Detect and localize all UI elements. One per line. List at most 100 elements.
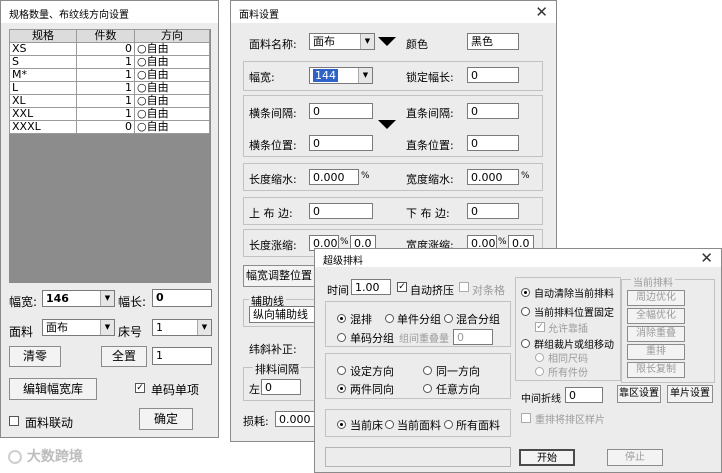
- start-button[interactable]: 开始: [519, 449, 575, 466]
- set-direction-radio[interactable]: [337, 366, 346, 375]
- v-gap-input[interactable]: 0: [467, 103, 519, 119]
- limited-copy-button[interactable]: 限长复制: [627, 362, 685, 378]
- pair-direction-radio[interactable]: [337, 384, 346, 393]
- direction-cell[interactable]: ○自由: [134, 120, 210, 134]
- allow-scatter-label: 允许靠插: [548, 324, 588, 335]
- width-combo[interactable]: 146 ▼: [42, 290, 115, 307]
- count-cell[interactable]: 1: [76, 68, 135, 82]
- size-cell[interactable]: L: [9, 81, 77, 95]
- table-row[interactable]: XL 1 ○自由: [9, 94, 210, 108]
- size-cell[interactable]: XL: [9, 94, 77, 108]
- clear-button[interactable]: 清零: [9, 346, 61, 367]
- count-cell[interactable]: 1: [76, 94, 135, 108]
- table-row[interactable]: M* 1 ○自由: [9, 68, 210, 82]
- piece-settings-button[interactable]: 单片设置: [667, 385, 713, 403]
- fix-position-radio[interactable]: [521, 307, 530, 316]
- size-group-radio[interactable]: [337, 333, 346, 342]
- fabric-link-label: 面料联动: [25, 416, 74, 430]
- chevron-down-icon[interactable]: ▼: [100, 291, 114, 306]
- set-all-input[interactable]: 1: [152, 347, 212, 365]
- width-combo[interactable]: 144 ▼: [309, 67, 373, 84]
- same-size-radio[interactable]: [535, 353, 544, 362]
- set-all-button[interactable]: 全置: [101, 346, 147, 367]
- width-adjust-button[interactable]: 幅宽调整位置: [243, 265, 315, 287]
- len-shrink-input[interactable]: 0.000: [309, 169, 359, 185]
- top-edge-input[interactable]: 0: [309, 203, 373, 219]
- any-direction-radio[interactable]: [423, 384, 432, 393]
- perimeter-optimize-button[interactable]: 周边优化: [627, 290, 685, 306]
- auto-squeeze-checkbox[interactable]: ✓: [397, 282, 407, 292]
- direction-cell[interactable]: ○自由: [134, 94, 210, 108]
- bed-combo[interactable]: 1 ▼: [152, 319, 212, 336]
- chevron-down-icon[interactable]: ▼: [358, 68, 372, 83]
- same-direction-radio[interactable]: [423, 366, 432, 375]
- count-cell[interactable]: 0: [76, 120, 135, 134]
- size-cell[interactable]: M*: [9, 68, 77, 82]
- chevron-down-icon[interactable]: ▼: [100, 320, 114, 335]
- current-bed-radio[interactable]: [337, 420, 346, 429]
- direction-cell[interactable]: ○自由: [134, 55, 210, 69]
- fabric-combo[interactable]: 面布 ▼: [42, 319, 115, 336]
- direction-cell[interactable]: ○自由: [134, 42, 210, 56]
- direction-cell[interactable]: ○自由: [134, 81, 210, 95]
- chevron-down-icon[interactable]: ▼: [360, 34, 374, 49]
- all-fabric-radio[interactable]: [444, 420, 453, 429]
- group-repeat-input[interactable]: 0: [453, 329, 493, 345]
- count-cell[interactable]: 1: [76, 81, 135, 95]
- table-row[interactable]: S 1 ○自由: [9, 55, 210, 69]
- stop-button[interactable]: 停止: [607, 449, 663, 466]
- time-label: 时间: [327, 284, 349, 297]
- size-table: 规格 件数 方向 XS 0 ○自由 S 1 ○自由 M* 1 ○自由 L 1 ○自由 XL 1 ○自…: [9, 29, 210, 134]
- align-checkbox[interactable]: [459, 282, 469, 292]
- single-group-radio[interactable]: [385, 314, 394, 323]
- table-row[interactable]: L 1 ○自由: [9, 81, 210, 95]
- rearrange-button[interactable]: 重排: [627, 344, 685, 360]
- table-row[interactable]: XXL 1 ○自由: [9, 107, 210, 121]
- left-input[interactable]: 0: [261, 379, 301, 395]
- single-size-checkbox[interactable]: ✓: [135, 383, 145, 393]
- fabric-link-checkbox[interactable]: [9, 416, 19, 426]
- ok-button[interactable]: 确定: [139, 408, 193, 430]
- close-icon[interactable]: ✕: [535, 3, 548, 21]
- mix-radio[interactable]: [337, 314, 346, 323]
- v-gap-label: 直条间隔:: [406, 107, 454, 120]
- allow-scatter-checkbox[interactable]: ✓: [535, 322, 545, 332]
- mix-group-radio[interactable]: [444, 314, 453, 323]
- direction-cell[interactable]: ○自由: [134, 107, 210, 121]
- h-pos-input[interactable]: 0: [309, 135, 373, 151]
- size-cell[interactable]: S: [9, 55, 77, 69]
- bed-value: 1: [156, 321, 163, 334]
- width-shrink-input[interactable]: 0.000: [467, 169, 519, 185]
- current-fabric-radio[interactable]: [385, 420, 394, 429]
- size-cell[interactable]: XXL: [9, 107, 77, 121]
- remove-overlap-button[interactable]: 消除重叠: [627, 326, 685, 342]
- chevron-down-icon[interactable]: ▼: [197, 320, 211, 335]
- lock-length-input[interactable]: 0: [467, 67, 519, 83]
- count-cell[interactable]: 1: [76, 107, 135, 121]
- fabric-name-combo[interactable]: 面布 ▼: [309, 33, 375, 50]
- table-row[interactable]: XS 0 ○自由: [9, 42, 210, 56]
- group-move-radio[interactable]: [521, 339, 530, 348]
- all-pieces-radio[interactable]: [535, 367, 544, 376]
- edit-width-library-button[interactable]: 编辑幅宽库: [9, 378, 97, 400]
- direction-cell[interactable]: ○自由: [134, 68, 210, 82]
- lock-length-label: 锁定幅长:: [406, 71, 454, 84]
- time-input[interactable]: 1.00: [351, 279, 391, 295]
- count-cell[interactable]: 0: [76, 42, 135, 56]
- auto-clear-radio[interactable]: [521, 288, 530, 297]
- close-icon[interactable]: ✕: [700, 249, 713, 267]
- count-cell[interactable]: 1: [76, 55, 135, 69]
- length-input[interactable]: 0: [152, 289, 212, 307]
- middle-fold-input[interactable]: 0: [565, 387, 603, 403]
- v-pos-input[interactable]: 0: [467, 135, 519, 151]
- h-gap-input[interactable]: 0: [309, 103, 373, 119]
- bottom-edge-input[interactable]: 0: [467, 203, 519, 219]
- table-row[interactable]: XXXL 0 ○自由: [9, 120, 210, 134]
- color-input[interactable]: 黑色: [467, 33, 519, 50]
- watermark-text: 大数跨境: [26, 449, 83, 465]
- repeat-area-checkbox[interactable]: [521, 413, 531, 423]
- full-width-optimize-button[interactable]: 全幅优化: [627, 308, 685, 324]
- size-cell[interactable]: XXXL: [9, 120, 77, 134]
- size-cell[interactable]: XS: [9, 42, 77, 56]
- block-settings-button[interactable]: 靠区设置: [617, 385, 661, 403]
